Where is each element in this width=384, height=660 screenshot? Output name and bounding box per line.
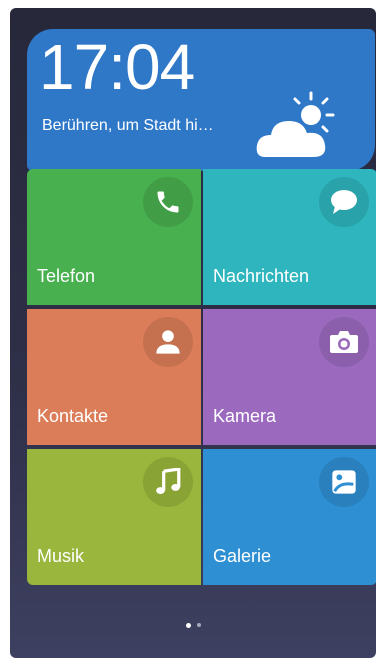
- home-screen: 17:04 Berühren, um Stadt hi… Telefon Nac…: [10, 8, 376, 658]
- tile-label: Musik: [37, 546, 85, 566]
- tile-kamera[interactable]: Kamera: [203, 309, 376, 445]
- tile-kontakte[interactable]: Kontakte: [27, 309, 201, 445]
- phone-icon: [157, 191, 179, 213]
- tile-musik[interactable]: Musik: [27, 449, 201, 585]
- tile-label: Kamera: [213, 406, 277, 426]
- contact-icon: [156, 330, 180, 354]
- city-hint[interactable]: Berühren, um Stadt hi…: [42, 117, 214, 135]
- page-dot-active: [185, 622, 191, 628]
- clock-time: 17:04: [39, 31, 195, 103]
- tile-nachrichten[interactable]: Nachrichten: [203, 169, 376, 305]
- tile-label: Nachrichten: [213, 266, 310, 286]
- tile-telefon[interactable]: Telefon: [27, 169, 201, 305]
- weather-widget[interactable]: 17:04 Berühren, um Stadt hi…: [27, 29, 375, 171]
- camera-icon: [330, 331, 358, 353]
- tile-galerie[interactable]: Galerie: [203, 449, 376, 585]
- message-icon: [331, 190, 357, 214]
- tile-label: Telefon: [37, 266, 96, 286]
- gallery-icon: [332, 470, 356, 494]
- music-icon: [156, 468, 181, 495]
- page-indicator[interactable]: [10, 620, 376, 630]
- tile-label: Kontakte: [37, 406, 109, 426]
- partly-cloudy-icon: [256, 91, 335, 157]
- tile-label: Galerie: [213, 546, 272, 566]
- page-dot: [196, 623, 201, 627]
